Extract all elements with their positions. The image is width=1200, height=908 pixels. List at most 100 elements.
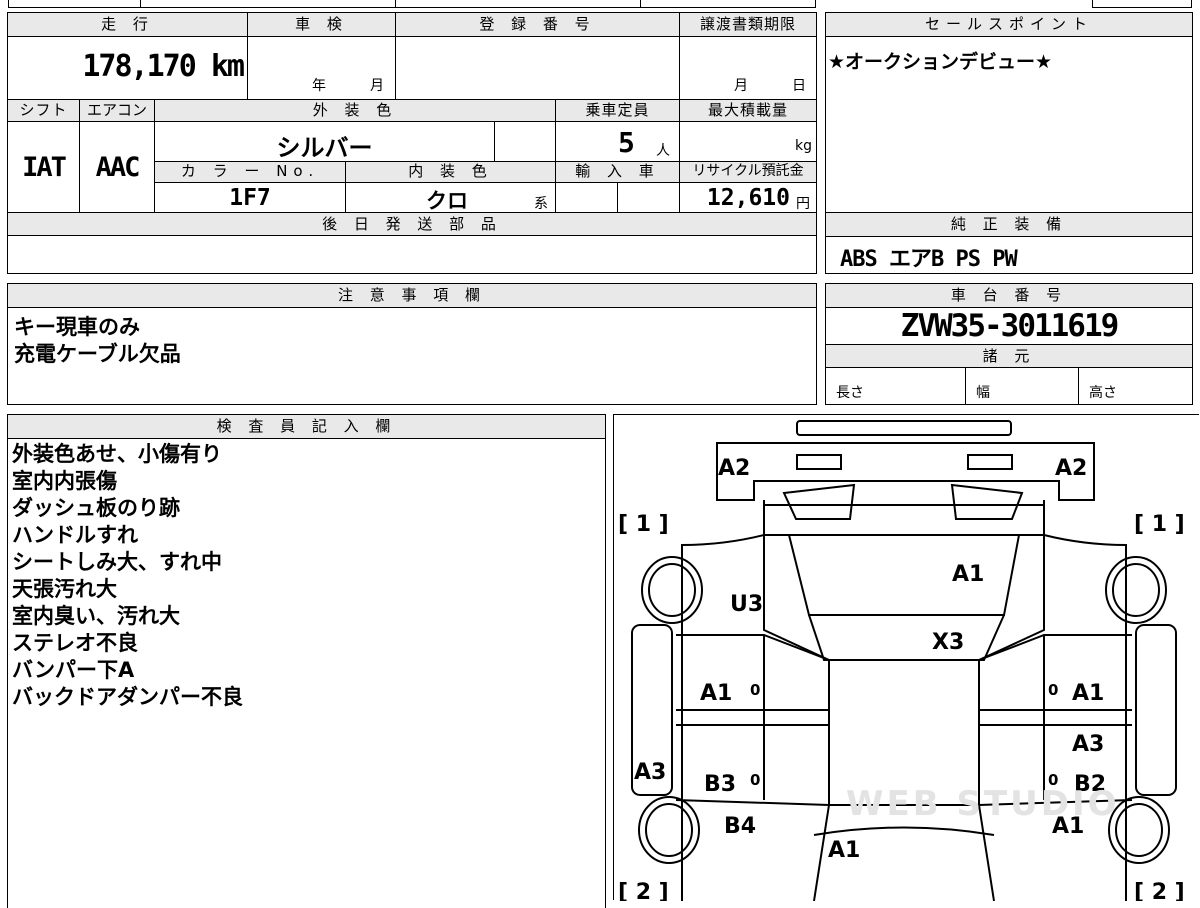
wheel-right-rear-inner-shape (1112, 563, 1160, 617)
top-strip-divider (395, 0, 396, 8)
recycle-fee-cell: 12,610 円 (679, 182, 817, 213)
equipment-header: 純 正 装 備 (825, 212, 1193, 237)
spec-length-label: 長さ (836, 385, 864, 401)
transfer-deadline-cell: 月 日 (679, 36, 817, 100)
lamp-left-shape (796, 454, 842, 470)
shift-value: IAT (22, 152, 67, 183)
shift-cell: IAT (7, 121, 80, 213)
interior-color-value: クロ (426, 189, 468, 213)
notes-line: 充電ケーブル欠品 (14, 342, 181, 366)
import-cell-2 (617, 182, 680, 213)
label-a1-roof: A1 (952, 562, 984, 587)
interior-color-cell: クロ 系 (345, 182, 556, 213)
inspector-line: バンパー下A (12, 658, 135, 682)
top-strip-divider (640, 0, 641, 8)
inspection-month-label: 月 (370, 78, 384, 94)
inspector-line: 室内臭い、汚れ大 (12, 604, 180, 628)
capacity-unit: 人 (656, 143, 670, 159)
label-b4: B4 (724, 814, 756, 839)
mileage-value: 178,170 km (82, 49, 245, 84)
exterior-color-extra-cell (494, 121, 556, 162)
chassis-number-cell: ZVW35-3011619 (825, 307, 1193, 345)
specs-header: 諸 元 (825, 344, 1193, 368)
label-a2-right: A2 (1055, 456, 1087, 481)
label-bracket-2-left: [ 2 ] (618, 880, 669, 901)
mileage-cell: 178,170 km (7, 36, 248, 100)
exterior-color-cell: シルバー (154, 121, 495, 162)
vehicle-table: 走 行 車 検 登 録 番 号 譲渡書類期限 178,170 km 年 月 月 … (7, 12, 817, 274)
inspection-year-label: 年 (312, 78, 326, 94)
label-a3-left: A3 (634, 760, 666, 785)
label-zero: 0 (1048, 681, 1058, 699)
exterior-color-header: 外 装 色 (154, 99, 556, 122)
max-load-header: 最大積載量 (679, 99, 817, 122)
sales-points-header: セールスポイント (825, 12, 1193, 37)
equipment-text: ABS エアB PS PW (840, 247, 1018, 272)
inspector-cell: 外装色あせ、小傷有り 室内内張傷 ダッシュ板のり跡 ハンドルすれ シートしみ大、… (7, 438, 606, 908)
later-parts-header: 後 日 発 送 部 品 (7, 212, 817, 236)
registration-cell (395, 36, 680, 100)
inspector-line: シートしみ大、すれ中 (12, 550, 222, 574)
pillar-shape (763, 534, 1045, 661)
transfer-deadline-header: 譲渡書類期限 (679, 12, 817, 37)
capacity-header: 乗車定員 (555, 99, 680, 122)
color-no-header: カ ラ ー No. (154, 161, 346, 183)
transfer-day-label: 日 (792, 78, 806, 94)
equipment-cell: ABS エアB PS PW (825, 236, 1193, 274)
lamp-right-shape (967, 454, 1013, 470)
notes-header: 注 意 事 項 欄 (7, 283, 817, 308)
label-bracket-2-right: [ 2 ] (1134, 880, 1185, 901)
max-load-unit: kg (795, 138, 812, 154)
label-zero: 0 (750, 771, 760, 789)
chassis-header: 車 台 番 号 (825, 283, 1193, 308)
interior-color-suffix: 系 (534, 196, 548, 212)
rear-window-shape (950, 483, 1024, 520)
registration-header: 登 録 番 号 (395, 12, 680, 37)
top-strip-right (1092, 0, 1192, 8)
label-a1-back: A1 (828, 838, 860, 863)
notes-cell: キー現車のみ 充電ケーブル欠品 (7, 307, 817, 405)
inspector-line: ダッシュ板のり跡 (12, 496, 180, 520)
roof-shape (787, 534, 1021, 616)
wheel-left-front-inner-shape (645, 803, 693, 857)
tailgate-shape (716, 442, 1095, 501)
spec-width-label: 幅 (976, 385, 990, 401)
spec-height-label: 高さ (1089, 385, 1117, 401)
car-diagram: A2 A2 [ 1 ] [ 1 ] U3 A1 X3 A1 A1 A3 A3 B… (618, 420, 1185, 901)
capacity-value: 5 (618, 126, 635, 159)
max-load-cell: kg (679, 121, 817, 162)
car-diagram-frame: A2 A2 [ 1 ] [ 1 ] U3 A1 X3 A1 A1 A3 A3 B… (613, 414, 1199, 901)
aircon-value: AAC (95, 152, 141, 183)
label-a1-front-right-door: A1 (1072, 681, 1104, 706)
inspection-cell: 年 月 (247, 36, 396, 100)
chassis-number: ZVW35-3011619 (900, 308, 1120, 344)
label-u3: U3 (730, 592, 763, 617)
sales-points-text: ★オークションデビュー★ (828, 51, 1053, 73)
capacity-cell: 5 人 (555, 121, 680, 162)
import-header: 輸 入 車 (555, 161, 680, 183)
aircon-cell: AAC (79, 121, 155, 213)
inspector-line: バックドアダンパー不良 (12, 685, 243, 709)
recycle-fee-unit: 円 (796, 196, 810, 212)
label-zero: 0 (750, 681, 760, 699)
transfer-month-label: 月 (734, 78, 748, 94)
spec-height-cell: 高さ (1078, 367, 1193, 405)
roof-inner-shape (808, 614, 1005, 661)
label-a3-right: A3 (1072, 732, 1104, 757)
skirt-right-shape (1135, 624, 1177, 796)
exterior-color-value: シルバー (276, 134, 373, 162)
inspector-line: ハンドルすれ (12, 523, 138, 547)
inspector-line: 外装色あせ、小傷有り (12, 442, 222, 466)
label-b3: B3 (704, 772, 736, 797)
top-strip-divider (140, 0, 141, 8)
notes-line: キー現車のみ (14, 315, 140, 339)
color-no-cell: 1F7 (154, 182, 346, 213)
aircon-header: エアコン (79, 99, 155, 122)
body-outline-shape (681, 500, 1127, 901)
color-no-value: 1F7 (229, 185, 271, 211)
top-strip (8, 0, 816, 8)
sales-points-cell: ★オークションデビュー★ (825, 36, 1193, 213)
label-a2-left: A2 (718, 456, 750, 481)
inspection-header: 車 検 (247, 12, 396, 37)
recycle-fee-value: 12,610 (706, 185, 790, 211)
